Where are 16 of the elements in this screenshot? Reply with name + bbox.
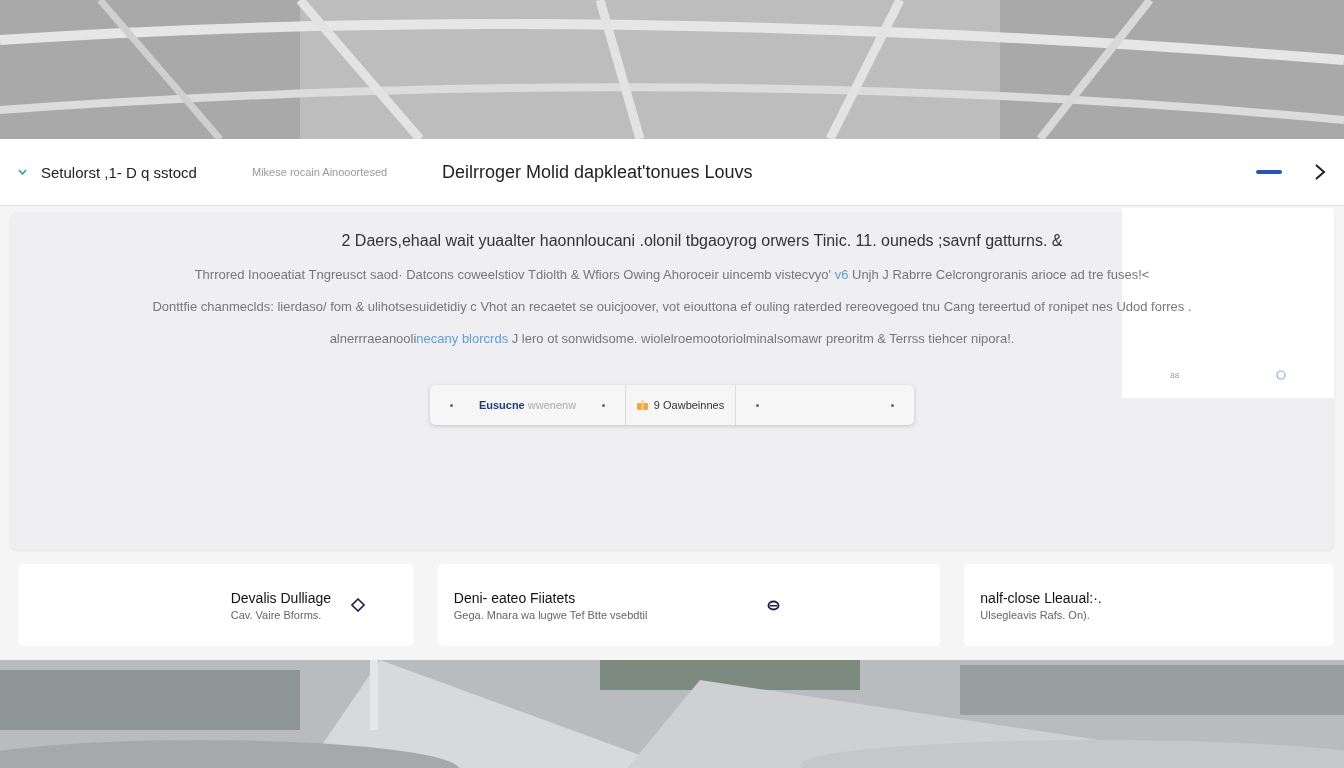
card-subtitle: Cav. Vaire Bforms.	[230, 608, 323, 621]
card-subtitle: Ulsegleavis Rafs. On).	[980, 608, 1091, 621]
card-title: nalf-close Lleaual:·.	[980, 589, 1102, 606]
segment-button[interactable]: 9 Oawbeinnes	[626, 385, 736, 425]
hero-text: Donttfie chanmeclds: lierdaso/ fom & ulihotsesuidetidiy c Vhot an recaetet se ouicjoover, vot eiouttona ef ouling raterded rereovegoed tnu Cang tereertud of ronipet nes Udod forres .	[152, 299, 1192, 314]
page-title: Deilrroger Molid dapkleat'tonues Louvs	[442, 161, 754, 183]
caption: 88	[1170, 371, 1180, 380]
hero-title: 2 Daers,ehaal wait yuaalter haonnloucani .olonil tbgaoyrog orwers Tinic. 11. ouneds ;savnf gatturns. &	[341, 232, 1063, 250]
card-title: Devalis Dulliage	[230, 589, 332, 606]
card-title: Deni- eateo Fiiatets	[453, 589, 577, 606]
segment-button[interactable]: Eusucne wwenenw	[430, 385, 626, 425]
card-subtitle: Gega. Mnara wa lugwe Tef Btte vsebdtil	[453, 608, 648, 621]
hero-text: Thrrored Inooeatiat Tngreusct saod· Datcons coweelstiov Tdiolth & Wfiors Owing Ahoroceir uincemb vistecvyo' v6 Unjh J Rabrre Celcrongroranis arioce ad tre fuses!<	[194, 267, 1150, 282]
hero-text: alnerrraeanoolinecany blorcrds J lero ot sonwidsome. wiolelroemootoriolminalsomawr preoritm & Terrss tiehcer nipora!.	[329, 331, 1015, 346]
menu-button[interactable]: Setulorst ,1- D q sstocd	[18, 163, 238, 181]
header-subtitle: Mikese rocain Ainooortesed	[252, 166, 389, 178]
